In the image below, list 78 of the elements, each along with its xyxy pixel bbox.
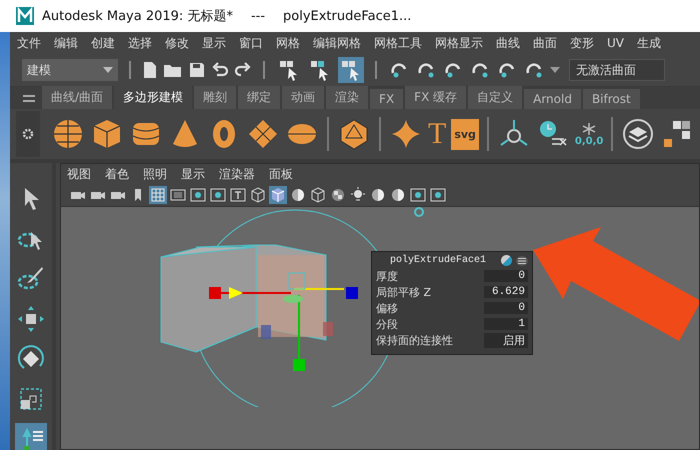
frame-icon[interactable] xyxy=(189,186,207,204)
menu-item[interactable]: 网格 xyxy=(276,34,300,52)
frame-icon[interactable] xyxy=(409,186,427,204)
caret-icon[interactable] xyxy=(550,67,560,73)
ball-icon[interactable] xyxy=(389,186,407,204)
settings-icon[interactable] xyxy=(16,111,40,157)
grid-icon[interactable] xyxy=(149,186,167,204)
redo-icon[interactable] xyxy=(234,61,252,79)
menu-item[interactable]: 生成 xyxy=(637,34,661,52)
window-title: --- xyxy=(250,8,266,24)
menu-item[interactable]: 变形 xyxy=(570,34,594,52)
attribute-label: 局部平移 Z xyxy=(376,284,432,300)
shelf-tab[interactable]: Bifrost xyxy=(582,89,640,109)
undo-icon[interactable] xyxy=(211,61,229,79)
menu-item[interactable]: 编辑 xyxy=(54,34,78,52)
ball-icon[interactable] xyxy=(369,186,387,204)
attribute-value-field[interactable]: 0 xyxy=(484,302,528,314)
toggle-icon[interactable] xyxy=(501,255,512,266)
attribute-label: 分段 xyxy=(376,316,398,332)
wire-icon[interactable] xyxy=(309,186,327,204)
shelf-tab[interactable]: 多边形建模 xyxy=(114,86,192,109)
text-icon[interactable] xyxy=(229,186,247,204)
attribute-label: 偏移 xyxy=(376,300,398,316)
menu-item[interactable]: UV xyxy=(607,36,624,50)
attribute-value-field[interactable]: 6.629 xyxy=(484,286,528,298)
menu-item[interactable]: 照明 xyxy=(143,166,167,182)
frame-icon[interactable] xyxy=(429,186,447,204)
layers-icon[interactable] xyxy=(621,117,656,151)
window-title: polyExtrudeFace1... xyxy=(283,8,412,24)
menu-item[interactable]: 编辑网格 xyxy=(313,34,361,52)
menu-item[interactable]: 文件 xyxy=(17,34,41,52)
shelf-tab[interactable]: 雕刻 xyxy=(194,86,236,109)
menu-item[interactable]: 网格工具 xyxy=(374,34,422,52)
mode-dropdown[interactable]: 建模 xyxy=(22,59,118,81)
wire-icon[interactable] xyxy=(249,186,267,204)
shelf-tab[interactable]: 曲线/曲面 xyxy=(42,86,112,109)
node-title: polyExtrudeFace1 xyxy=(390,255,488,266)
menu-item[interactable]: 网格显示 xyxy=(435,34,483,52)
menu-item[interactable]: 显示 xyxy=(181,166,205,182)
shelf-tab[interactable]: 动画 xyxy=(282,86,324,109)
menu-item[interactable]: 视图 xyxy=(67,166,91,182)
attribute-value-field[interactable]: 0 xyxy=(484,270,528,282)
menu-icon[interactable] xyxy=(516,256,528,266)
shelf-tab[interactable]: FX 缓存 xyxy=(405,86,466,109)
shelf-tab[interactable]: 自定义 xyxy=(468,86,522,109)
new-file-icon[interactable] xyxy=(142,61,158,79)
menu-item[interactable]: 选择 xyxy=(128,34,152,52)
shaded-icon[interactable] xyxy=(269,186,287,204)
sphere-icon[interactable] xyxy=(51,117,85,151)
ball-icon[interactable] xyxy=(289,186,307,204)
frame-icon[interactable] xyxy=(209,186,227,204)
save-icon[interactable] xyxy=(188,61,206,79)
attribute-label: 保持面的连接性 xyxy=(376,332,453,348)
menu-item[interactable]: 曲面 xyxy=(533,34,557,52)
menu-item[interactable]: 修改 xyxy=(165,34,189,52)
menu-item[interactable]: 显示 xyxy=(202,34,226,52)
attribute-value-field[interactable]: 1 xyxy=(484,318,528,330)
menu-item[interactable]: 曲线 xyxy=(496,34,520,52)
menu-item[interactable]: 着色 xyxy=(105,166,129,182)
window-title: Autodesk Maya 2019: 无标题* xyxy=(42,8,233,25)
shelf-tab[interactable]: 绑定 xyxy=(238,86,280,109)
text-tool[interactable]: T xyxy=(428,117,446,151)
checker-icon[interactable] xyxy=(329,186,347,204)
shelf-tab[interactable]: FX xyxy=(370,89,404,109)
svg-tool[interactable]: svg xyxy=(451,118,479,150)
shelf-tab[interactable]: Arnold xyxy=(524,89,581,109)
caret-icon[interactable] xyxy=(103,67,113,73)
maya-logo-icon xyxy=(16,7,34,25)
menu-item[interactable]: 渲染器 xyxy=(219,166,255,182)
menu-item[interactable]: 窗口 xyxy=(239,34,263,52)
attribute-label: 厚度 xyxy=(376,268,398,284)
attribute-value-field[interactable]: 启用 xyxy=(484,332,528,348)
freeze-transform-button[interactable]: 0,0,0 xyxy=(574,122,604,146)
menu-item[interactable]: 面板 xyxy=(269,166,293,182)
live-surface-field[interactable]: 无激活曲面 xyxy=(569,59,665,81)
menu-item[interactable]: 创建 xyxy=(91,34,115,52)
power-icon[interactable] xyxy=(414,207,424,217)
shelf-tab[interactable]: 渲染 xyxy=(326,86,368,109)
